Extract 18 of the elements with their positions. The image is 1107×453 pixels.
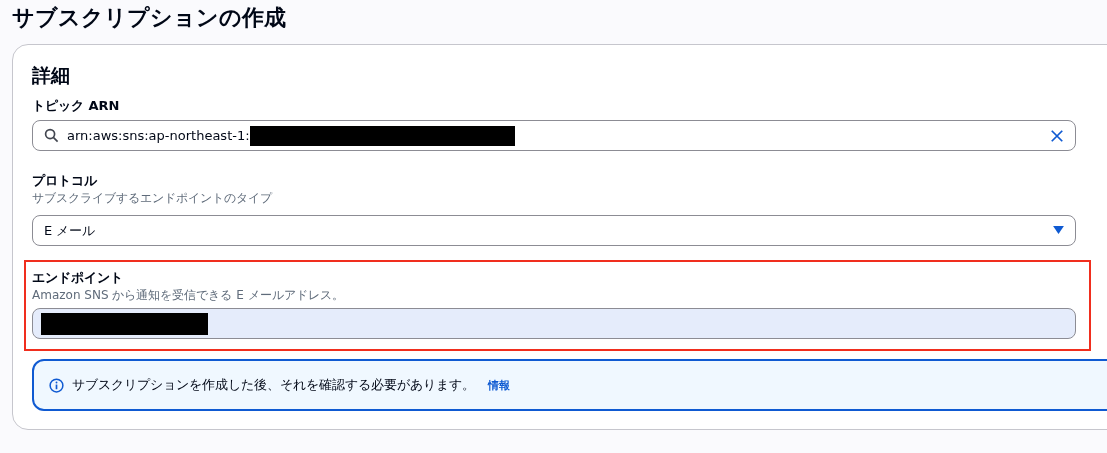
- close-icon[interactable]: [1050, 128, 1064, 143]
- alert-message: サブスクリプションを作成した後、それを確認する必要があります。: [72, 376, 475, 394]
- page-title: サブスクリプションの作成: [11, 4, 287, 32]
- search-icon: [44, 128, 59, 143]
- select-field[interactable]: E メール: [32, 215, 1076, 246]
- search-field[interactable]: arn:aws:sns:ap-northeast-1:: [32, 120, 1076, 151]
- info-link[interactable]: 情報: [488, 377, 510, 393]
- card-title: 詳細: [32, 63, 71, 88]
- field-value: arn:aws:sns:ap-northeast-1:: [67, 128, 250, 143]
- field-label: プロトコル: [32, 172, 98, 190]
- field-label: トピック ARN: [32, 97, 121, 115]
- caret-icon: [1053, 226, 1064, 235]
- info-icon: [49, 377, 64, 393]
- input-field[interactable]: [32, 308, 1076, 339]
- field-description: サブスクライブするエンドポイントのタイプ: [32, 191, 274, 206]
- field-label: エンドポイント: [32, 269, 124, 287]
- field-value: E メール: [44, 221, 96, 240]
- field-description: Amazon SNS から通知を受信できる E メールアドレス。: [32, 288, 345, 303]
